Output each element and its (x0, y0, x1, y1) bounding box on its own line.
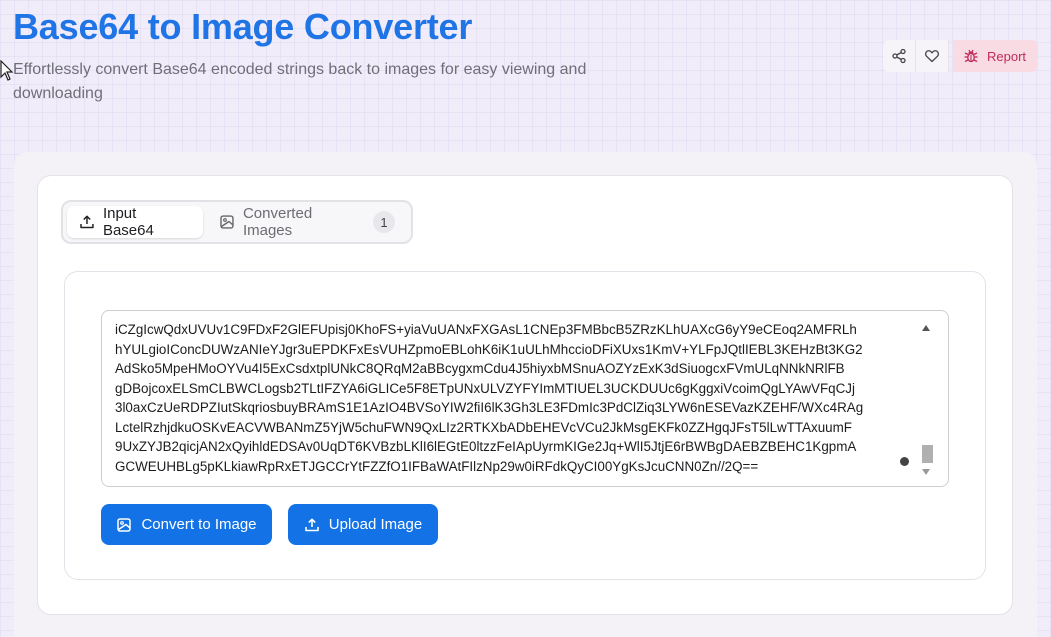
textarea-scrollbar[interactable] (920, 319, 935, 479)
heart-icon (924, 50, 940, 63)
base64-textarea[interactable]: iCZgIcwQdxUVUv1C9FDxF2GlEFUpisj0KhoFS+yi… (101, 310, 949, 487)
page-subtitle: Effortlessly convert Base64 encoded stri… (13, 61, 587, 102)
button-label: Convert to Image (141, 516, 257, 533)
count-badge: 1 (373, 211, 395, 233)
report-button[interactable]: Report (953, 40, 1039, 72)
mode-tabs: Input Base64 Converted Images 1 (61, 200, 413, 244)
share-icon (892, 48, 906, 64)
mouse-cursor-icon (0, 60, 14, 81)
tab-label: Converted Images (242, 205, 313, 239)
scroll-up-arrow-icon[interactable] (922, 325, 930, 331)
image-icon (117, 517, 132, 532)
report-label: Report (987, 48, 1027, 64)
favorite-button[interactable] (916, 40, 949, 72)
resize-handle[interactable] (900, 457, 909, 466)
page-actions: Report (883, 40, 1039, 72)
tab-input-base64[interactable]: Input Base64 (67, 205, 204, 239)
image-icon (220, 215, 234, 229)
share-button[interactable] (883, 40, 916, 72)
upload-icon (80, 215, 94, 229)
base64-input-text: iCZgIcwQdxUVUv1C9FDxF2GlEFUpisj0KhoFS+yi… (115, 322, 864, 474)
upload-icon (304, 518, 319, 531)
scroll-down-arrow-icon[interactable] (922, 469, 930, 475)
tab-label: Input Base64 (102, 205, 154, 239)
tab-converted-images[interactable]: Converted Images 1 (207, 205, 407, 239)
upload-image-button[interactable]: Upload Image (288, 504, 438, 545)
page-title: Base64 to Image Converter (13, 6, 473, 47)
bug-icon (964, 49, 978, 63)
button-label: Upload Image (328, 516, 423, 533)
convert-to-image-button[interactable]: Convert to Image (101, 504, 272, 545)
scroll-thumb[interactable] (922, 445, 933, 463)
